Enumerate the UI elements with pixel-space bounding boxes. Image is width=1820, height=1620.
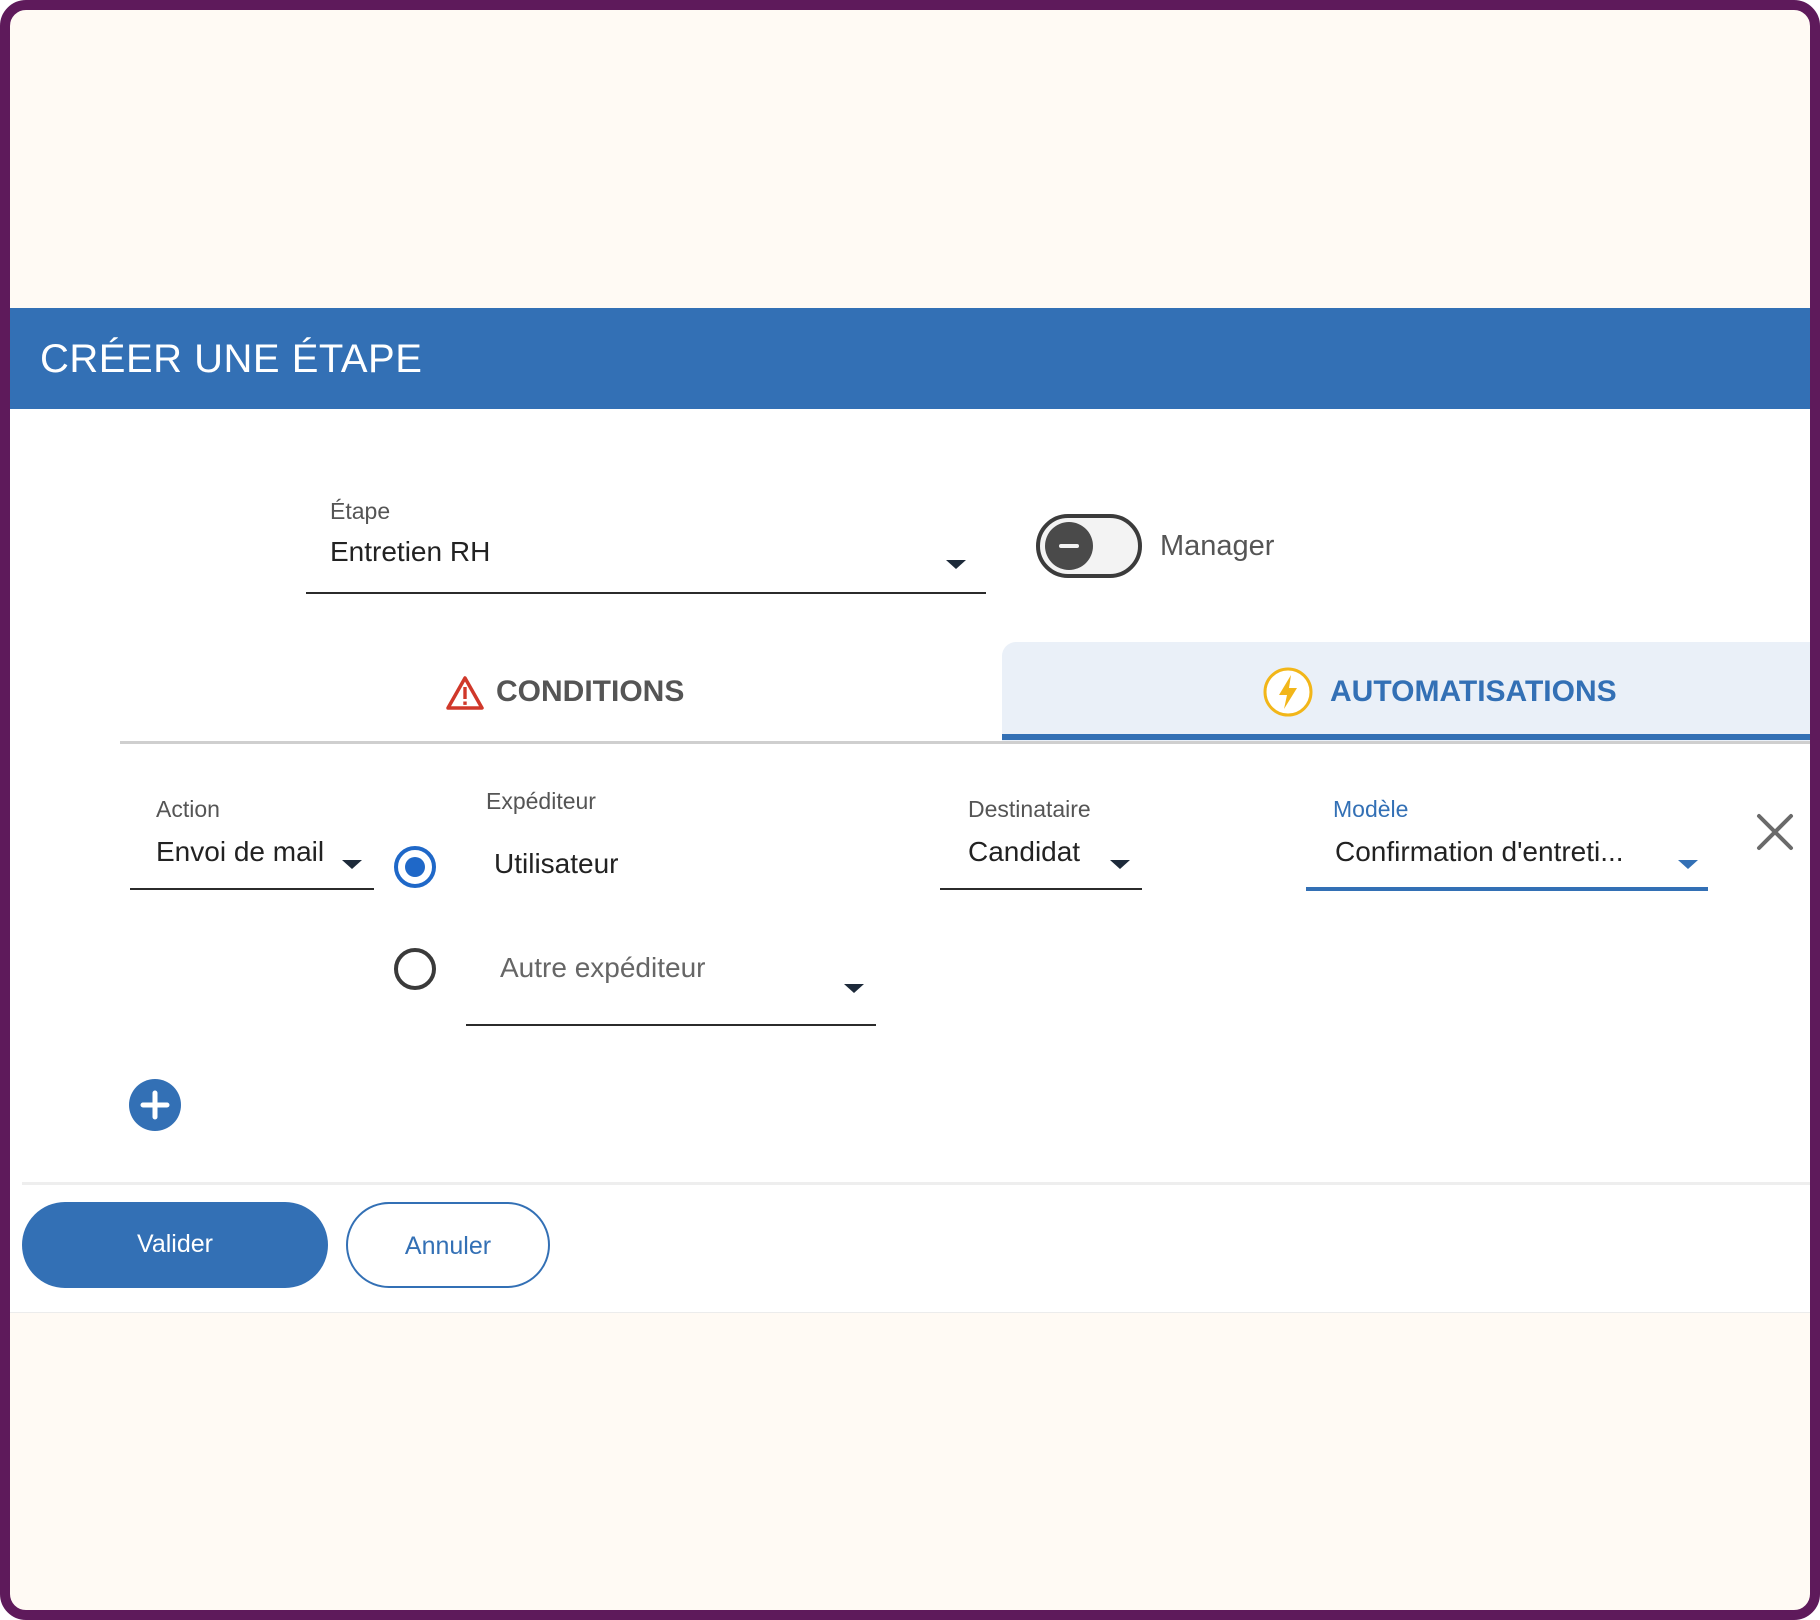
etape-value: Entretien RH <box>330 536 491 567</box>
etape-label: Étape <box>330 498 391 524</box>
etape-select[interactable]: Étape Entretien RH <box>296 498 986 608</box>
modele-chevron-down-icon[interactable] <box>1678 860 1698 869</box>
etape-underline <box>306 592 986 594</box>
lightning-bolt-icon <box>1263 667 1313 717</box>
add-automation-plus-icon[interactable] <box>128 1078 182 1132</box>
action-underline <box>130 888 374 890</box>
modele-select[interactable]: Modèle Confirmation d'entreti... <box>1306 796 1708 902</box>
manager-label: Manager <box>1160 530 1275 562</box>
modele-underline <box>1306 887 1708 891</box>
autre-expediteur-select[interactable]: Autre expéditeur <box>466 938 876 1028</box>
destinataire-select[interactable]: Destinataire Candidat <box>940 796 1142 902</box>
active-tab-indicator <box>1002 734 1810 740</box>
footer-divider <box>22 1182 1810 1185</box>
modele-value: Confirmation d'entreti... <box>1335 836 1624 867</box>
action-chevron-down-icon[interactable] <box>342 860 362 869</box>
autre-expediteur-underline <box>466 1024 876 1026</box>
destinataire-underline <box>940 888 1142 890</box>
destinataire-label: Destinataire <box>968 796 1091 822</box>
destinataire-chevron-down-icon[interactable] <box>1110 860 1130 869</box>
tab-automatisations[interactable]: AUTOMATISATIONS <box>1002 642 1810 742</box>
utilisateur-label: Utilisateur <box>494 848 619 879</box>
action-label: Action <box>156 796 220 822</box>
manager-toggle[interactable] <box>1036 514 1142 578</box>
modele-label: Modèle <box>1333 796 1409 822</box>
create-step-dialog: CRÉER UNE ÉTAPE Étape Entretien RH Manag… <box>10 308 1810 1313</box>
autre-expediteur-placeholder: Autre expéditeur <box>500 952 706 983</box>
expediteur-label: Expéditeur <box>486 788 596 814</box>
annuler-button[interactable]: Annuler <box>346 1202 550 1288</box>
close-icon[interactable] <box>1755 812 1795 852</box>
etape-chevron-down-icon[interactable] <box>946 560 966 569</box>
dialog-header: CRÉER UNE ÉTAPE <box>10 308 1810 409</box>
action-select[interactable]: Action Envoi de mail <box>120 796 374 902</box>
radio-utilisateur[interactable] <box>394 846 436 888</box>
dialog-title: CRÉER UNE ÉTAPE <box>40 337 423 381</box>
warning-triangle-icon <box>446 676 484 710</box>
toggle-minus-icon <box>1045 522 1093 570</box>
tabs-divider <box>120 741 1810 744</box>
screenshot-frame: CRÉER UNE ÉTAPE Étape Entretien RH Manag… <box>0 0 1820 1620</box>
action-value: Envoi de mail <box>156 836 325 867</box>
tab-automatisations-label: AUTOMATISATIONS <box>1330 675 1617 708</box>
radio-autre-expediteur[interactable] <box>394 948 436 990</box>
tab-conditions-label: CONDITIONS <box>496 675 685 708</box>
autre-expediteur-chevron-down-icon[interactable] <box>844 984 864 993</box>
destinataire-value: Candidat <box>968 836 1081 867</box>
valider-button[interactable]: Valider <box>22 1202 328 1288</box>
tab-conditions[interactable]: CONDITIONS <box>120 642 1002 742</box>
